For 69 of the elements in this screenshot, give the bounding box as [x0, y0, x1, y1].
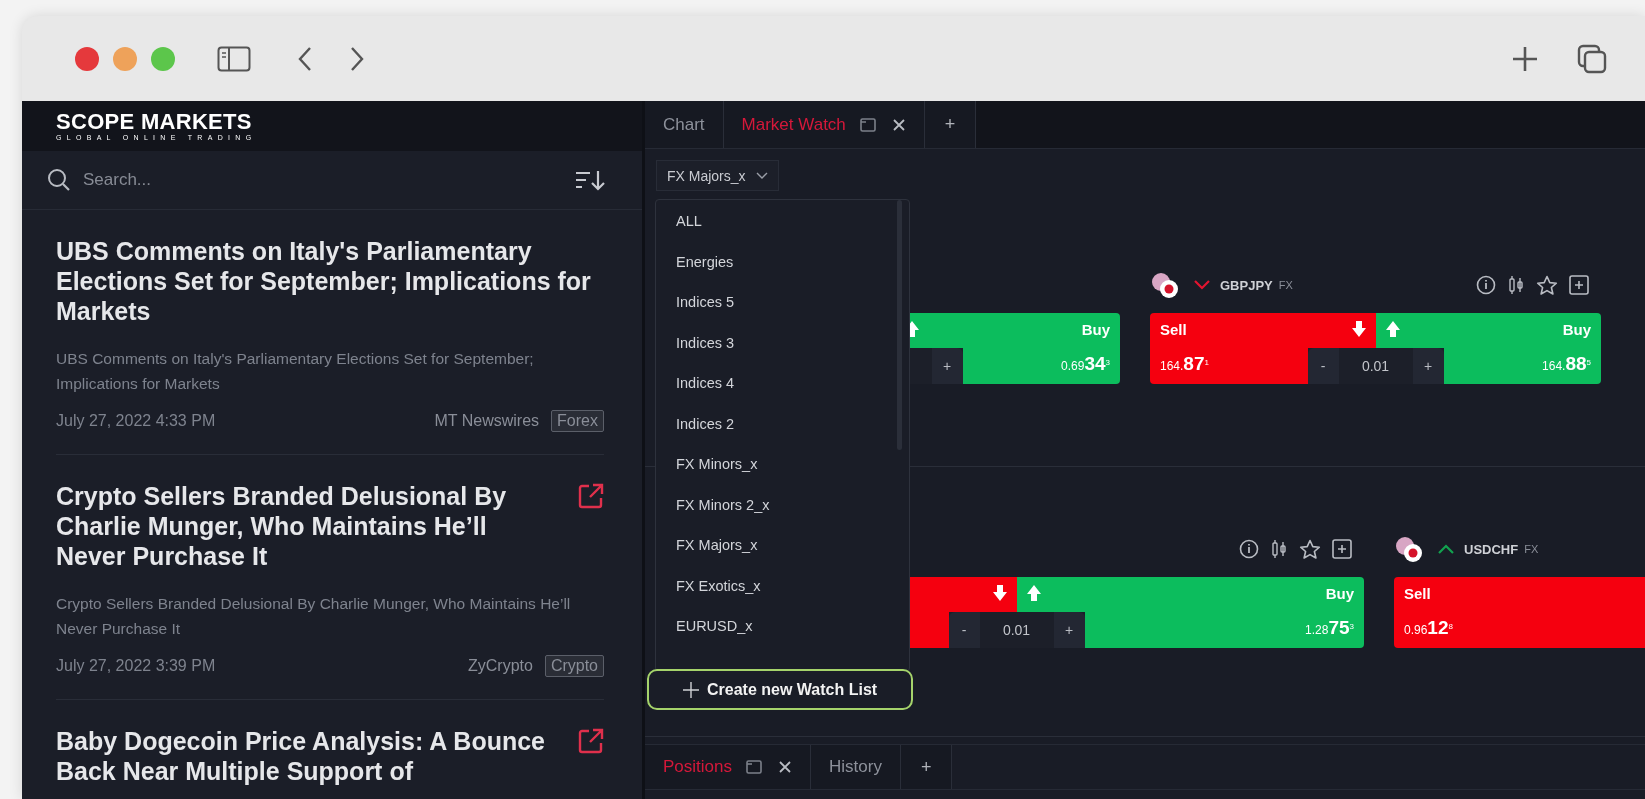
- news-source: MT Newswires: [434, 412, 540, 430]
- external-link-icon[interactable]: [578, 728, 604, 754]
- flag-pair-icon: [1150, 271, 1180, 299]
- star-icon[interactable]: [1299, 538, 1321, 560]
- sort-icon[interactable]: [574, 168, 606, 192]
- sell-button[interactable]: Sell 0.9612$^{8}$: [1394, 577, 1645, 648]
- new-tab-icon[interactable]: [1511, 44, 1539, 73]
- candlestick-icon[interactable]: [1507, 275, 1525, 295]
- window-icon[interactable]: [859, 117, 876, 132]
- window-icon[interactable]: [746, 760, 762, 774]
- logo-text: SCOPE MARKETS: [56, 110, 252, 133]
- panel-tab[interactable]: Chart: [645, 101, 724, 148]
- decrease-button[interactable]: -: [948, 612, 980, 648]
- close-icon[interactable]: [891, 117, 906, 132]
- search-field[interactable]: Search...: [83, 168, 383, 192]
- menu-item[interactable]: FX Majors_x: [656, 525, 909, 566]
- chevron-down-icon: [755, 171, 768, 180]
- flag-pair-icon: [1394, 535, 1424, 563]
- symbol-name: USDCHF: [1464, 541, 1519, 557]
- tab-overview-icon[interactable]: [1577, 43, 1607, 74]
- info-icon[interactable]: [1239, 539, 1259, 559]
- add-tab-button[interactable]: +: [924, 101, 977, 148]
- add-square-icon[interactable]: [1569, 275, 1589, 295]
- search-icon: [47, 168, 71, 192]
- star-icon[interactable]: [1536, 274, 1558, 296]
- menu-item[interactable]: FX Exotics_x: [656, 565, 909, 606]
- category-tag: Crypto: [544, 655, 604, 677]
- lot-size-field[interactable]: 0.01: [979, 612, 1054, 648]
- menu-item[interactable]: Indices 3: [656, 322, 909, 363]
- add-tab-button[interactable]: +: [900, 745, 953, 789]
- news-summary: Crypto Sellers Branded Delusional By Charlie Munger, Who Maintains He’ll Never Purchase It: [56, 594, 572, 639]
- panel-tab[interactable]: History: [811, 745, 901, 789]
- menu-item[interactable]: FX Minors 2_x: [656, 484, 909, 525]
- close-icon[interactable]: [778, 760, 792, 774]
- news-headline[interactable]: Crypto Sellers Branded Delusional By Charlie Munger, Who Maintains He’ll Never Purchase It: [56, 481, 556, 571]
- info-icon[interactable]: [1476, 275, 1496, 295]
- market-label: FX: [1278, 279, 1293, 291]
- menu-item[interactable]: ALL: [656, 201, 909, 242]
- market-label: FX: [1524, 543, 1539, 555]
- forward-icon[interactable]: [349, 45, 365, 72]
- news-source: ZyCrypto: [467, 657, 533, 675]
- watchlist-dropdown[interactable]: FX Majors_x: [656, 160, 779, 191]
- menu-item[interactable]: Indices 5: [656, 282, 909, 323]
- sell-button[interactable]: Sell 164.87$^{1}$: [1150, 313, 1308, 384]
- back-icon[interactable]: [297, 45, 313, 72]
- news-headline[interactable]: UBS Comments on Italy's Parliamentary Elections Set for September; Implications for Markets: [56, 236, 604, 326]
- menu-item[interactable]: Energies: [656, 241, 909, 282]
- increase-button[interactable]: +: [1412, 348, 1444, 384]
- news-date: July 27, 2022 3:39 PM: [56, 657, 216, 675]
- news-date: July 27, 2022 4:33 PM: [56, 412, 216, 430]
- add-square-icon[interactable]: [1332, 539, 1352, 559]
- menu-item[interactable]: Indices 4: [656, 363, 909, 404]
- news-summary: UBS Comments on Italy's Parliamentary Elections Set for September; Implications for Markets: [56, 349, 535, 394]
- sidebar-icon[interactable]: [217, 45, 251, 72]
- menu-item[interactable]: FX Minors_x: [656, 444, 909, 485]
- window-close-button[interactable]: [75, 46, 99, 71]
- plus-icon: [683, 681, 699, 698]
- increase-button[interactable]: +: [1053, 612, 1085, 648]
- external-link-icon[interactable]: [578, 483, 604, 509]
- menu-item[interactable]: EURUSD_x: [656, 606, 909, 647]
- increase-button[interactable]: +: [931, 348, 963, 384]
- decrease-button[interactable]: -: [1307, 348, 1339, 384]
- candlestick-icon[interactable]: [1270, 539, 1288, 559]
- lot-size-field[interactable]: 0.01: [1338, 348, 1413, 384]
- create-watchlist-button[interactable]: Create new Watch List: [647, 669, 913, 710]
- menu-item[interactable]: Indices 2: [656, 403, 909, 444]
- symbol-name: GBPJPY: [1220, 277, 1273, 293]
- category-tag: Forex: [551, 410, 604, 432]
- news-headline[interactable]: Baby Dogecoin Price Analysis: A Bounce Back Near Multiple Support of: [56, 726, 556, 786]
